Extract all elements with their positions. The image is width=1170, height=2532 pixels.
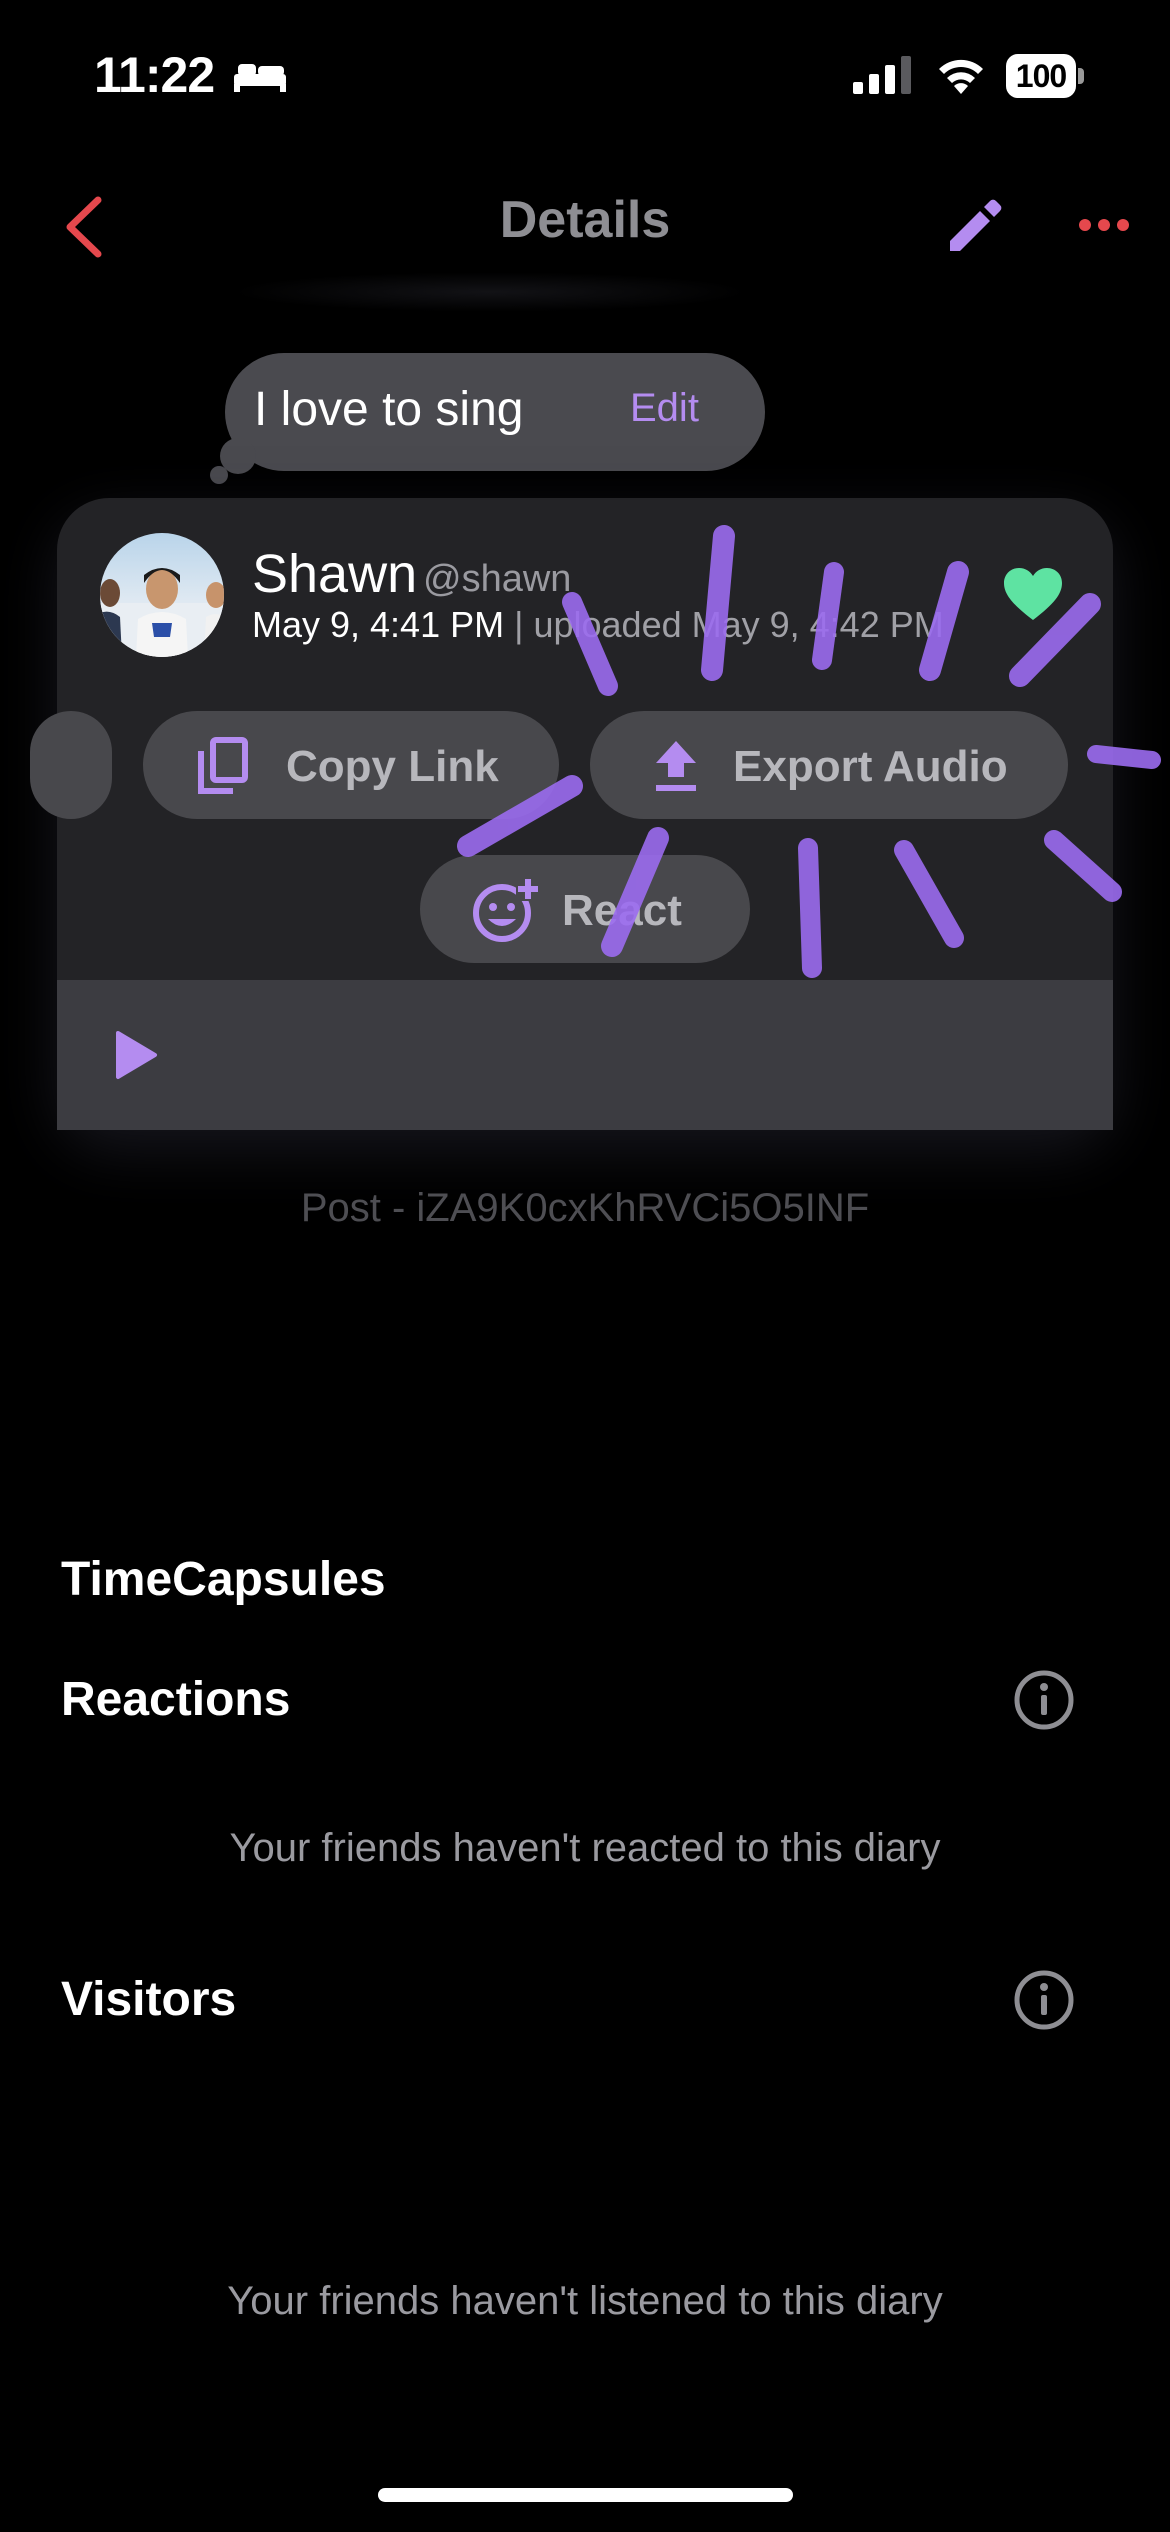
edit-caption-button[interactable]: Edit: [630, 386, 699, 431]
more-options-icon[interactable]: [1078, 218, 1130, 232]
reactions-heading: Reactions: [61, 1673, 291, 1726]
uploaded-time: uploaded May 9, 4:42 PM: [533, 604, 944, 645]
timecapsules-heading: TimeCapsules: [61, 1553, 386, 1606]
heart-icon[interactable]: [1002, 566, 1064, 622]
recorded-time: May 9, 4:41 PM: [252, 604, 505, 645]
pencil-edit-icon[interactable]: [942, 195, 1004, 257]
upload-icon: [656, 741, 696, 791]
add-reaction-icon: [473, 877, 540, 942]
user-handle: @shawn: [423, 558, 572, 600]
timestamp-separator: |: [504, 604, 534, 645]
info-icon[interactable]: [1013, 1969, 1075, 2031]
visitors-empty-message: Your friends haven't listened to this di…: [227, 2279, 943, 2323]
export-audio-button[interactable]: Export Audio: [590, 711, 1068, 819]
nav-divider-shadow: [230, 272, 750, 312]
battery-indicator: 100: [1006, 54, 1084, 98]
user-name[interactable]: Shawn: [252, 543, 417, 605]
audio-player: [57, 980, 1113, 1130]
info-icon[interactable]: [1013, 1669, 1075, 1731]
sleep-focus-icon: [234, 64, 286, 92]
react-button[interactable]: React: [420, 855, 750, 963]
wifi-icon: [939, 59, 983, 94]
home-indicator[interactable]: [378, 2488, 793, 2502]
copy-link-button[interactable]: Copy Link: [143, 711, 559, 819]
copy-link-label: Copy Link: [286, 742, 499, 791]
post-id: Post - iZA9K0cxKhRVCi5O5INF: [300, 1186, 870, 1230]
react-label: React: [562, 886, 682, 935]
post-timestamps: May 9, 4:41 PM | uploaded May 9, 4:42 PM: [252, 604, 944, 646]
visitors-heading: Visitors: [61, 1973, 237, 2026]
status-time: 11:22: [94, 47, 215, 103]
avatar[interactable]: [100, 533, 224, 657]
export-audio-label: Export Audio: [733, 742, 1008, 791]
caption-text: I love to sing: [254, 383, 524, 436]
play-icon[interactable]: [114, 1030, 158, 1080]
reactions-empty-message: Your friends haven't reacted to this dia…: [229, 1826, 941, 1870]
copy-icon: [198, 737, 248, 794]
cellular-signal-icon: [853, 56, 911, 94]
avatar-photo: [100, 568, 224, 657]
bubble-tail-small: [210, 466, 228, 484]
battery-level: 100: [1015, 57, 1067, 94]
share-action-partial[interactable]: [30, 711, 112, 819]
